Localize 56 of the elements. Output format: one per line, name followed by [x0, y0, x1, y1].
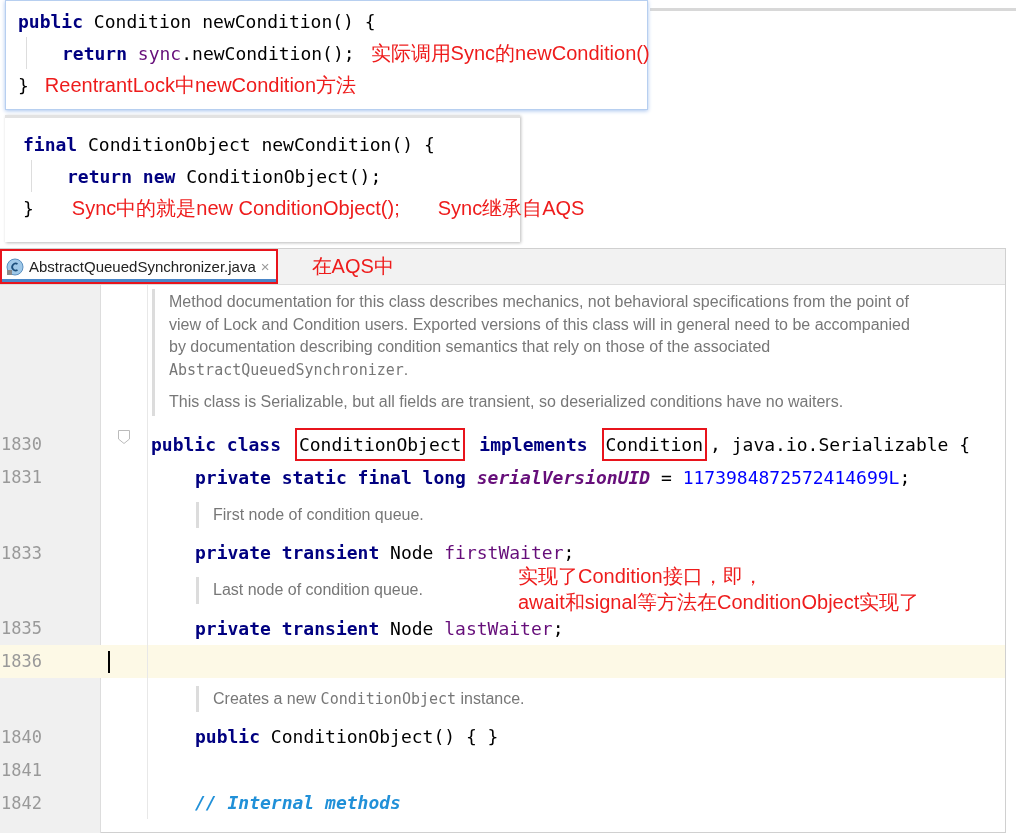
keyword: public [195, 726, 261, 747]
line-number: 1833 [0, 542, 42, 563]
keyword: return new [67, 165, 176, 187]
keyword: return [62, 42, 129, 64]
doc-comment: Last node of condition queue. [213, 580, 423, 600]
doc-comment: First node of condition queue. [213, 504, 424, 525]
code-text: Node [389, 542, 435, 563]
code-text: ConditionObject(); [185, 165, 382, 187]
keyword: private static final long [195, 466, 467, 488]
keyword: private transient [195, 542, 380, 563]
line-number: 1842 [0, 792, 42, 813]
code-text: ; [563, 542, 575, 563]
code-text: Condition newCondition() { [92, 10, 376, 32]
field-name: lastWaiter [444, 617, 553, 639]
keyword: public class [151, 433, 283, 455]
doc-comment: Creates a new ConditionObject instance. [213, 688, 525, 710]
line-number: 1831 [0, 467, 42, 487]
field-name: sync [137, 42, 182, 64]
class-file-icon [6, 257, 24, 276]
keyword: public [18, 10, 84, 32]
code-comment: // Internal methods [195, 792, 401, 813]
code-text: ConditionObject newCondition() { [87, 133, 435, 155]
annotation-text: 实现了Condition接口，即， [518, 564, 764, 589]
code-text: , java.io.Serializable { [710, 433, 971, 455]
code-text: ; [552, 617, 564, 639]
keyword: implements [478, 433, 589, 455]
doc-comment: This class is Serializable, but all fields are transient, so deserialized conditions have no waiters. [169, 392, 845, 412]
code-text: ConditionObject() { } [269, 726, 499, 747]
fold-marker-icon[interactable] [118, 429, 130, 444]
annotation-text: ReentrantLock中newCondition方法 [44, 72, 357, 98]
field-name: firstWaiter [444, 542, 564, 563]
text-cursor [108, 650, 110, 673]
annotation-text: Sync继承自AQS [437, 195, 585, 221]
annotation-text: 实际调用Sync的newCondition() [370, 40, 650, 66]
code-text: } [18, 74, 29, 96]
line-number: 1830 [0, 434, 42, 454]
line-number: 1836 [0, 651, 42, 671]
keyword: final [23, 133, 78, 155]
line-number: 1835 [0, 618, 42, 638]
code-text: ConditionObject [294, 427, 466, 461]
constant-name: serialVersionUID [476, 466, 651, 488]
number-literal: 1173984872572414699L [682, 466, 900, 488]
keyword: private transient [195, 617, 380, 639]
code-text: Node [389, 617, 435, 639]
annotation-text: await和signal等方法在ConditionObject实现了 [518, 590, 920, 615]
code-text: Condition [601, 427, 708, 461]
annotation-text: 在AQS中 [311, 254, 394, 279]
code-text: ; [899, 466, 911, 488]
code-text: .newCondition(); [181, 42, 355, 64]
line-number: 1841 [0, 759, 42, 780]
code-text: } [23, 197, 34, 219]
doc-comment: Method documentation for this class describes mechanics, not behavioral specifications from the point of view of Lock and Condition users. Exported versions of this class will in general need to be accompanied by documentation describing condition semantics that rely on those of the associated AbstractQueuedSynchronizer. [169, 292, 911, 381]
code-text: = [660, 466, 673, 488]
annotation-text: Sync中的就是new ConditionObject(); [71, 195, 400, 221]
line-number: 1840 [0, 726, 42, 747]
file-tab[interactable]: AbstractQueuedSynchronizer.java × [0, 249, 278, 284]
